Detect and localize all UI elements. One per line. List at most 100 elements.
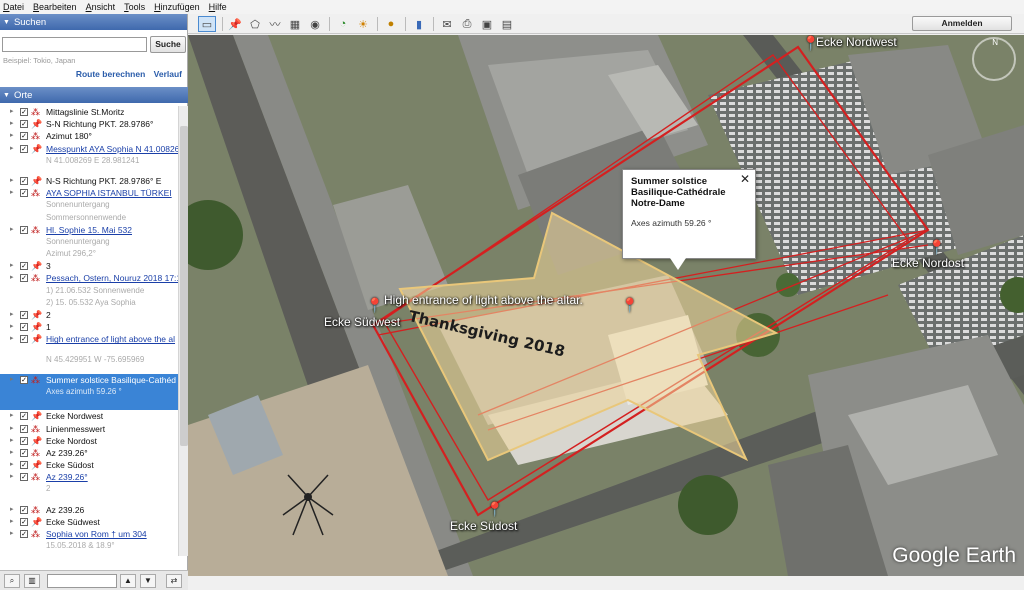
- expand-arrow-icon[interactable]: ▸: [10, 423, 14, 435]
- search-button[interactable]: Suche: [150, 36, 186, 53]
- label-ecke-nordwest[interactable]: Ecke Nordwest: [816, 35, 897, 49]
- expand-arrow-icon[interactable]: ▸: [10, 224, 14, 236]
- tree-item[interactable]: ▸ ✓ 📌 S-N Richtung PKT. 28.9786°: [0, 118, 178, 130]
- visibility-checkbox[interactable]: ✓: [20, 262, 28, 271]
- polygon-icon[interactable]: ⬠: [246, 16, 264, 32]
- visibility-checkbox[interactable]: ✓: [20, 335, 28, 344]
- visibility-checkbox[interactable]: ✓: [20, 530, 28, 538]
- visibility-checkbox[interactable]: ✓: [20, 424, 28, 433]
- tree-item[interactable]: ▸ ✓ 📌 High entrance of light above the al: [0, 333, 178, 345]
- expand-arrow-icon[interactable]: ▸: [10, 143, 14, 155]
- menu-bearbeiten[interactable]: Bearbeiten: [33, 2, 77, 12]
- expand-arrow-icon[interactable]: ▸: [10, 333, 14, 345]
- tree-item[interactable]: ▸ ✓ 📌 Messpunkt AYA Sophia N 41.00826: [0, 143, 178, 155]
- visibility-checkbox[interactable]: ✓: [20, 144, 28, 153]
- tree-item[interactable]: ▸ ✓ 📌 Ecke Nordost: [0, 435, 178, 447]
- planet-icon[interactable]: ●: [382, 16, 400, 32]
- label-ecke-suedwest[interactable]: Ecke Südwest: [324, 315, 400, 329]
- tree-item[interactable]: ▸ ✓ 📌 2: [0, 309, 178, 321]
- expand-arrow-icon[interactable]: ▸: [10, 435, 14, 447]
- visibility-checkbox[interactable]: ✓: [20, 120, 28, 129]
- path-icon[interactable]: 〰: [266, 16, 284, 32]
- tree-item[interactable]: ▸ ✓ 📌 Ecke Nordwest: [0, 410, 178, 422]
- placemark-icon[interactable]: 📌: [226, 16, 244, 32]
- pushpin-icon[interactable]: 📍: [366, 297, 383, 314]
- close-icon[interactable]: ✕: [740, 172, 750, 186]
- save-image-icon[interactable]: ▣: [478, 16, 496, 32]
- sidebar-toggle-icon[interactable]: ▭: [198, 16, 216, 32]
- places-scrollbar[interactable]: [178, 106, 188, 556]
- tree-item[interactable]: ▸ ✓ ⁂ Pessach, Ostern, Nouruz 2018 17:15: [0, 272, 178, 284]
- expand-arrow-icon[interactable]: ▸: [10, 118, 14, 130]
- ruler-icon[interactable]: ▮: [410, 16, 428, 32]
- tree-item[interactable]: ▸ ✓ ⁂ Az 239.26°: [0, 447, 178, 459]
- tree-item[interactable]: ▸ ✓ ⁂ Az 239.26°: [0, 471, 178, 483]
- sunlight-icon[interactable]: ☀: [354, 16, 372, 32]
- expand-arrow-icon[interactable]: ▸: [10, 309, 14, 321]
- pushpin-icon[interactable]: 📍: [928, 239, 945, 256]
- visibility-checkbox[interactable]: ✓: [20, 461, 28, 470]
- visibility-checkbox[interactable]: ✓: [20, 189, 28, 198]
- expand-arrow-icon[interactable]: ▸: [10, 459, 14, 471]
- historical-imagery-icon[interactable]: ◔: [334, 16, 352, 32]
- tree-item[interactable]: ▸ ✓ ⁂ Linienmesswert: [0, 423, 178, 435]
- visibility-checkbox[interactable]: ✓: [20, 225, 28, 234]
- panel-toggle-icon[interactable]: ▥: [24, 574, 40, 588]
- places-panel-header[interactable]: ▼ Orte: [0, 87, 188, 103]
- expand-arrow-icon[interactable]: ▸: [10, 374, 14, 386]
- scrollbar-thumb[interactable]: [180, 126, 188, 446]
- expand-arrow-icon[interactable]: ▸: [10, 410, 14, 422]
- label-ecke-nordost[interactable]: Ecke Nordost: [892, 256, 964, 270]
- tree-item[interactable]: ▸ ✓ ⁂ Hl. Sophie 15. Mai 532: [0, 224, 178, 236]
- print-icon[interactable]: ⎙: [458, 16, 476, 32]
- move-up-icon[interactable]: ▲: [120, 574, 136, 588]
- visibility-checkbox[interactable]: ✓: [20, 176, 28, 185]
- login-button[interactable]: Anmelden: [912, 16, 1012, 31]
- places-filter-input[interactable]: [47, 574, 117, 588]
- tree-item[interactable]: ▸ ✓ ⁂ Az 239.26: [0, 504, 178, 516]
- visibility-checkbox[interactable]: ✓: [20, 412, 28, 421]
- expand-arrow-icon[interactable]: ▸: [10, 130, 14, 142]
- email-icon[interactable]: ✉: [438, 16, 456, 32]
- map-view[interactable]: Summer solstice Basilique-Cathédrale Not…: [188, 35, 1024, 576]
- tree-item[interactable]: ▸ ✓ 📌 1: [0, 321, 178, 333]
- tree-item[interactable]: ▸ ✓ ⁂ Mittagslinie St.Moritz: [0, 106, 178, 118]
- expand-arrow-icon[interactable]: ▸: [10, 504, 14, 516]
- expand-arrow-icon[interactable]: ▸: [10, 321, 14, 333]
- visibility-checkbox[interactable]: ✓: [20, 323, 28, 332]
- search-input[interactable]: [2, 37, 147, 52]
- pushpin-icon[interactable]: 📍: [621, 297, 638, 314]
- move-down-icon[interactable]: ▼: [140, 574, 156, 588]
- tree-item[interactable]: ▸ ✓ 📌 Ecke Südost: [0, 459, 178, 471]
- expand-arrow-icon[interactable]: ▸: [10, 471, 14, 483]
- label-ecke-suedost[interactable]: Ecke Südost: [450, 519, 517, 533]
- maps-icon[interactable]: ▤: [498, 16, 516, 32]
- menu-hinzufuegen[interactable]: Hinzufügen: [154, 2, 200, 12]
- search-places-icon[interactable]: ⌕: [4, 574, 20, 588]
- tree-item[interactable]: ▸ ✓ ⁂ AYA SOPHIA ISTANBUL TÜRKEI: [0, 187, 178, 199]
- expand-arrow-icon[interactable]: ▸: [10, 187, 14, 199]
- menu-tools[interactable]: Tools: [124, 2, 145, 12]
- tree-item[interactable]: ▸ ✓ ⁂ Summer solstice Basilique-Cathéd: [0, 373, 178, 386]
- search-panel-header[interactable]: ▼ Suchen: [0, 14, 187, 30]
- expand-arrow-icon[interactable]: ▸: [10, 175, 14, 187]
- tree-item[interactable]: ▸ ✓ 📌 N-S Richtung PKT. 28.9786° E: [0, 175, 178, 187]
- share-icon[interactable]: ⇄: [166, 574, 182, 588]
- visibility-checkbox[interactable]: ✓: [20, 375, 28, 384]
- label-high-entrance[interactable]: High entrance of light above the altar.: [384, 293, 583, 307]
- overlay-icon[interactable]: ▦: [286, 16, 304, 32]
- visibility-checkbox[interactable]: ✓: [20, 311, 28, 319]
- visibility-checkbox[interactable]: ✓: [20, 274, 28, 283]
- expand-arrow-icon[interactable]: ▸: [10, 106, 14, 118]
- menu-datei[interactable]: Datei: [3, 2, 24, 12]
- menu-hilfe[interactable]: Hilfe: [209, 2, 227, 12]
- visibility-checkbox[interactable]: ✓: [20, 448, 28, 457]
- visibility-checkbox[interactable]: ✓: [20, 132, 28, 141]
- route-link[interactable]: Route berechnen: [76, 69, 145, 79]
- expand-arrow-icon[interactable]: ▸: [10, 516, 14, 528]
- tree-item[interactable]: ▸ ✓ 📌 Ecke Südwest: [0, 516, 178, 528]
- tour-icon[interactable]: ◉: [306, 16, 324, 32]
- expand-arrow-icon[interactable]: ▸: [10, 528, 14, 540]
- visibility-checkbox[interactable]: ✓: [20, 505, 28, 514]
- tree-item[interactable]: ▸ ✓ 📌 3: [0, 260, 178, 272]
